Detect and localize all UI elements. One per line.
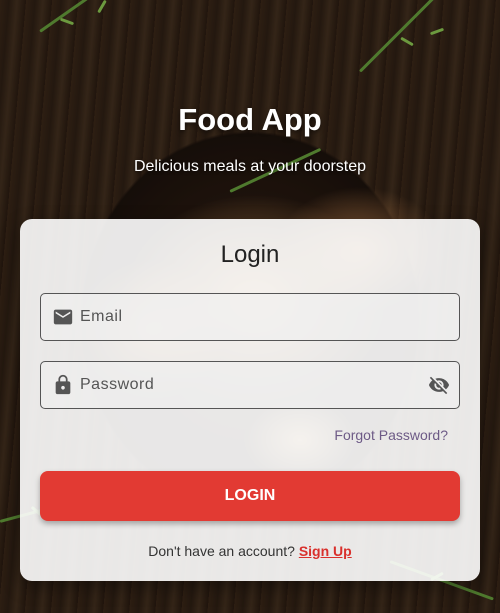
login-title: Login <box>220 241 280 268</box>
app-tagline: Delicious meals at your doorstep <box>133 158 367 175</box>
signup-row: Don't have an account? Sign Up <box>20 543 480 559</box>
app-title: Food App <box>178 102 322 137</box>
email-field[interactable] <box>40 293 460 341</box>
login-button[interactable]: LOGIN <box>40 471 460 521</box>
password-field[interactable] <box>40 361 460 409</box>
lock-icon <box>55 374 71 395</box>
password-input[interactable] <box>80 362 410 408</box>
signup-prompt: Don't have an account? <box>148 543 295 559</box>
mail-icon <box>53 309 73 325</box>
login-card: Login Forgot Password? LOGIN Don't have … <box>20 219 480 581</box>
visibility-off-icon[interactable] <box>427 374 451 396</box>
forgot-password-link[interactable]: Forgot Password? <box>334 427 448 443</box>
signup-link[interactable]: Sign Up <box>299 543 352 559</box>
email-input[interactable] <box>80 294 410 340</box>
